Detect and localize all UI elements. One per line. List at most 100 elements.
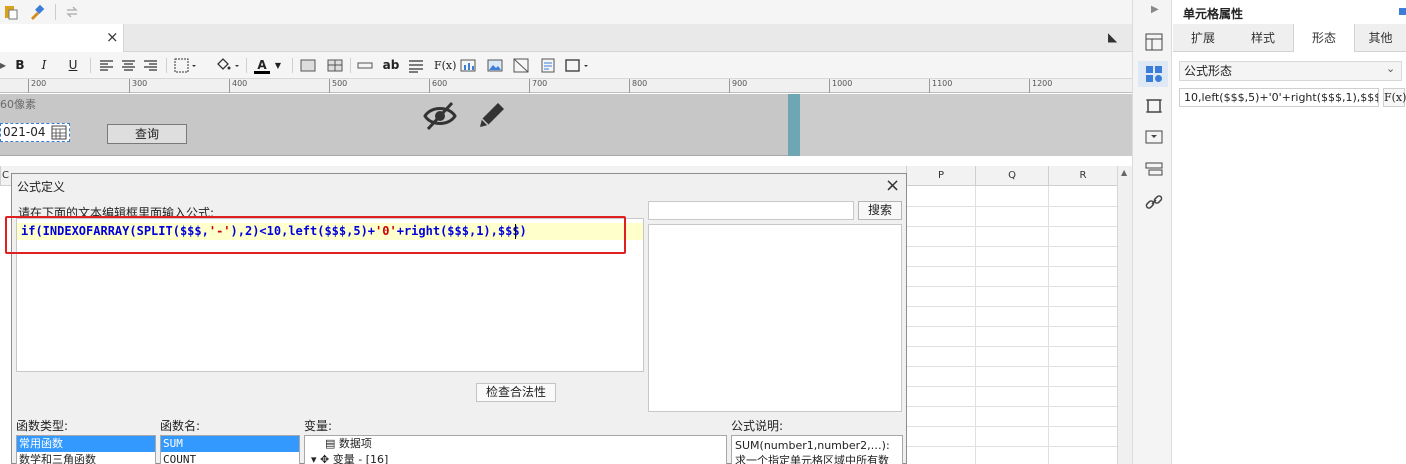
function-search-input[interactable]	[648, 201, 854, 220]
panel-pin-icon[interactable]	[1399, 8, 1406, 15]
search-button[interactable]: 搜索	[858, 201, 902, 220]
grid-line	[906, 366, 1117, 367]
list-item[interactable]: 数学和三角函数	[17, 452, 155, 464]
panel-resize-handle[interactable]	[788, 94, 800, 156]
tab-shape[interactable]: 形态	[1293, 24, 1355, 52]
ruler-tick: 900	[729, 79, 747, 93]
function-name-list[interactable]: SUM COUNT	[160, 435, 300, 464]
border-icon[interactable]	[174, 57, 198, 74]
align-right-icon[interactable]	[143, 57, 158, 74]
toolbar-overflow-icon[interactable]: ▸	[0, 57, 6, 74]
split-cells-icon[interactable]	[327, 57, 343, 74]
grid-line	[1048, 186, 1049, 464]
format-painter-icon[interactable]	[29, 4, 45, 20]
tree-toggle-icon[interactable]: ▾	[311, 453, 320, 464]
grid-line	[906, 306, 1117, 307]
close-icon[interactable]: ×	[106, 29, 119, 45]
column-header[interactable]: P	[906, 166, 975, 186]
ruler-tick: 600	[429, 79, 447, 93]
collapse-arrow-icon[interactable]: ▶	[1151, 4, 1159, 15]
more-insert-icon[interactable]	[565, 57, 591, 74]
query-button[interactable]: 查询	[107, 124, 187, 144]
function-type-label: 函数类型:	[16, 419, 69, 433]
paint-bucket-icon[interactable]: ◣	[1108, 30, 1117, 44]
grid-line	[906, 326, 1117, 327]
vertical-scrollbar[interactable]: ▲	[1117, 166, 1132, 464]
grid-line	[975, 186, 976, 464]
document-tab[interactable]: ×	[0, 24, 124, 52]
data-item-icon: ▤	[325, 437, 339, 450]
ruler-tick: 1000	[829, 79, 852, 93]
column-header[interactable]: Q	[975, 166, 1048, 186]
tree-item[interactable]: ▾ ✥ 变量 - [16]	[305, 452, 726, 464]
align-center-icon[interactable]	[121, 57, 136, 74]
tree-item[interactable]: ▤ 数据项	[305, 436, 726, 452]
close-icon[interactable]: ×	[885, 175, 900, 196]
highlight-annotation	[5, 216, 626, 254]
horizontal-ruler: 200 300 400 500 600 700 800 900 1000 110…	[0, 79, 1132, 93]
text-wrap-button[interactable]: ab	[382, 57, 400, 74]
shape-formula-field[interactable]: 10,left($$$,5)+'0'+right($$$,1),$$$)	[1179, 88, 1379, 107]
text-align-icon[interactable]	[408, 57, 424, 74]
slash-header-icon[interactable]	[513, 57, 529, 74]
ruler-tick: 500	[329, 79, 347, 93]
variable-tree[interactable]: ▤ 数据项 ▾ ✥ 变量 - [16]	[304, 435, 727, 464]
italic-button[interactable]: I	[38, 57, 50, 74]
chevron-down-icon[interactable]: ⌄	[1386, 62, 1395, 75]
ruler-tick: 700	[529, 79, 547, 93]
underline-button[interactable]: U	[66, 57, 80, 74]
grid-line	[906, 346, 1117, 347]
paste-icon[interactable]	[3, 4, 19, 20]
property-tabs: 扩展 样式 形态 其他	[1173, 24, 1406, 52]
calendar-icon[interactable]	[51, 125, 67, 140]
chevron-up-icon[interactable]: ▲	[1121, 168, 1127, 177]
align-left-icon[interactable]	[99, 57, 114, 74]
fill-color-icon[interactable]	[215, 57, 241, 74]
pixel-size-label: 60像素	[0, 98, 36, 111]
grid-line	[906, 206, 1117, 207]
quick-access-bar	[0, 0, 1132, 24]
insert-subreport-icon[interactable]	[540, 57, 556, 74]
hyperlink-icon[interactable]	[1145, 193, 1163, 211]
eye-off-icon[interactable]	[422, 98, 458, 134]
tab-style[interactable]: 样式	[1233, 24, 1293, 52]
insert-image-icon[interactable]	[487, 57, 503, 74]
cell-attribute-icon	[1146, 66, 1162, 82]
widget-icon[interactable]	[1145, 128, 1163, 146]
tab-other[interactable]: 其他	[1355, 24, 1406, 52]
redo-icon[interactable]	[64, 4, 80, 20]
function-type-list[interactable]: 常用函数 数学和三角函数	[16, 435, 156, 464]
formula-edit-button[interactable]: F(x)	[1383, 88, 1406, 107]
column-header[interactable]: R	[1048, 166, 1117, 186]
list-item[interactable]: SUM	[161, 436, 299, 452]
variable-icon: ✥	[320, 453, 333, 464]
list-item[interactable]: COUNT	[161, 452, 299, 464]
shape-type-select[interactable]: 公式形态	[1179, 61, 1402, 81]
search-results-list[interactable]	[648, 224, 902, 412]
font-color-button[interactable]: A	[254, 57, 270, 74]
cell-attribute-tab[interactable]	[1138, 61, 1168, 87]
grid-line	[906, 446, 1117, 447]
insert-row-icon[interactable]	[357, 57, 373, 74]
grid-line	[906, 286, 1117, 287]
column-header[interactable]: C	[0, 166, 10, 186]
bold-button[interactable]: B	[13, 57, 27, 74]
grid-line	[906, 386, 1117, 387]
insert-chart-icon[interactable]	[460, 57, 476, 74]
chevron-down-icon[interactable]: ▼	[274, 57, 282, 74]
merge-cells-icon[interactable]	[300, 57, 316, 74]
tab-expand[interactable]: 扩展	[1173, 24, 1233, 52]
border-setting-icon[interactable]	[1145, 97, 1163, 115]
condition-attribute-icon[interactable]	[1145, 161, 1163, 179]
ruler-tick: 800	[629, 79, 647, 93]
list-item[interactable]: 常用函数	[17, 436, 155, 452]
grid-line	[906, 226, 1117, 227]
function-name-label: 函数名:	[160, 419, 201, 433]
cell-expand-icon[interactable]	[1145, 33, 1163, 51]
ruler-tick: 300	[129, 79, 147, 93]
panel-title: 单元格属性	[1183, 7, 1244, 21]
edit-icon[interactable]	[474, 99, 508, 133]
toolbar-divider	[246, 58, 247, 73]
check-validity-button[interactable]: 检查合法性	[476, 383, 556, 402]
formula-button[interactable]: F(x)	[434, 57, 456, 74]
